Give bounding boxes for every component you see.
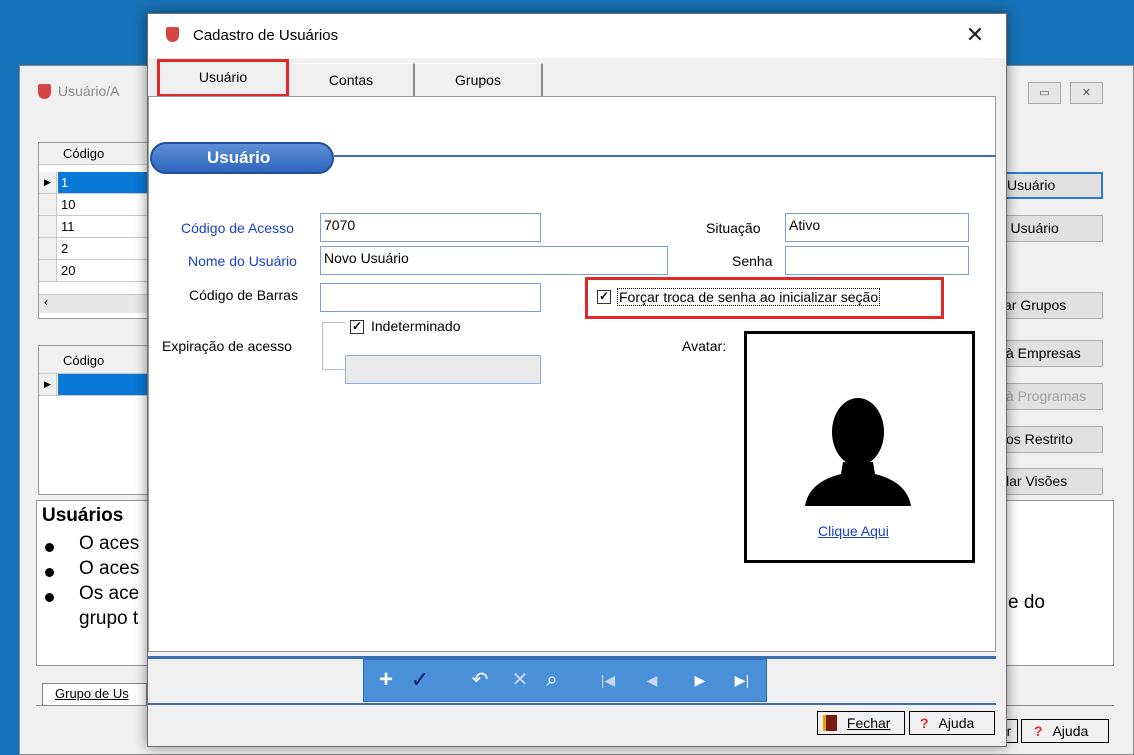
section-header-usuario: Usuário [150, 142, 334, 174]
indeterminado-checkbox[interactable]: ✓ [350, 320, 364, 334]
restore-window-button[interactable]: ▭ [1028, 82, 1061, 104]
delete-x-icon[interactable]: ✕ [506, 667, 534, 693]
previous-record-icon[interactable]: ◀ [638, 667, 666, 693]
table-row[interactable]: 11 [39, 216, 149, 238]
tab-contas[interactable]: Contas [289, 63, 415, 97]
grid-header-codigo: Código [63, 146, 105, 161]
undo-icon[interactable]: ↶ [466, 667, 494, 693]
exit-door-icon [823, 715, 837, 731]
help-question-icon: ? [920, 715, 929, 731]
row-pointer-icon: ▶ [39, 374, 57, 395]
table-row[interactable]: ▶ [39, 374, 149, 396]
table-row[interactable]: ▶ 1 [39, 172, 149, 194]
dialog-title: Cadastro de Usuários [193, 27, 339, 44]
first-record-icon[interactable]: |◀ [594, 667, 622, 693]
table-row[interactable]: 10 [39, 194, 149, 216]
expiracao-group-bracket [322, 322, 345, 370]
help-bullet: Os ace [79, 583, 140, 604]
search-icon[interactable]: ⌕ [538, 667, 566, 693]
help-bullet: O aces [79, 558, 140, 579]
help-title: Usuários [42, 505, 124, 526]
last-record-icon[interactable]: ▶| [728, 667, 756, 693]
codigo-barras-input[interactable] [320, 283, 541, 312]
scroll-left-icon[interactable]: ‹ [44, 295, 48, 309]
next-record-icon[interactable]: ▶ [686, 667, 714, 693]
app-shield-icon [38, 84, 51, 99]
ajuda-button[interactable]: ? Ajuda [909, 711, 995, 735]
nome-usuario-label: Nome do Usuário [188, 253, 297, 269]
expiracao-acesso-label: Expiração de acesso [162, 338, 292, 354]
tab-usuario[interactable]: Usuário [157, 59, 289, 97]
confirm-check-icon[interactable]: ✓ [406, 667, 434, 693]
tab-grupos[interactable]: Grupos [415, 63, 543, 97]
fechar-button[interactable]: Fechar [817, 711, 905, 735]
forcar-troca-checkbox[interactable]: ✓ [597, 290, 611, 304]
grid-header: Código [39, 346, 149, 374]
clique-aqui-link[interactable]: Clique Aqui [818, 523, 889, 539]
table-row[interactable]: 20 [39, 260, 149, 282]
senha-input[interactable] [785, 246, 969, 275]
codigo-acesso-label: Código de Acesso [181, 220, 294, 236]
avatar-label: Avatar: [682, 338, 727, 354]
app-shield-icon [166, 27, 179, 42]
codigo-acesso-input[interactable]: 7070 [320, 213, 541, 242]
codigo-barras-label: Código de Barras [189, 287, 298, 303]
toolbar-divider-bottom [148, 703, 996, 705]
tab-grupo-de-usuarios[interactable]: Grupo de Us [42, 683, 147, 705]
indeterminado-label: Indeterminado [371, 318, 461, 334]
add-icon[interactable]: + [372, 667, 400, 693]
table-row[interactable]: 2 [39, 238, 149, 260]
help-question-icon: ? [1034, 723, 1043, 739]
row-pointer-icon: ▶ [39, 172, 57, 193]
groups-grid[interactable]: Código ▶ [38, 345, 150, 495]
background-help-button[interactable]: ? Ajuda [1021, 719, 1109, 743]
bullet-icon [45, 543, 54, 552]
section-divider [334, 155, 996, 157]
avatar-silhouette-icon [805, 398, 911, 506]
forcar-troca-label[interactable]: Forçar troca de senha ao inicializar seç… [617, 288, 881, 306]
senha-label: Senha [732, 253, 773, 269]
help-bullet-continuation: grupo t [79, 608, 139, 629]
horizontal-scrollbar[interactable]: ‹ [39, 294, 149, 313]
bullet-icon [45, 593, 54, 602]
background-window-title: Usuário/A [58, 83, 120, 99]
help-text-tail: e do [1008, 592, 1045, 613]
close-window-button[interactable]: ✕ [1070, 82, 1103, 104]
bullet-icon [45, 568, 54, 577]
situacao-input[interactable]: Ativo [785, 213, 969, 242]
help-bullet: O aces [79, 533, 140, 554]
situacao-label: Situação [706, 220, 761, 236]
grid-header: Código [39, 143, 149, 165]
close-icon[interactable]: ✕ [960, 21, 990, 51]
nome-usuario-input[interactable]: Novo Usuário [320, 246, 668, 275]
users-grid[interactable]: Código ▶ 1 10 11 2 20 ‹ [38, 142, 150, 319]
expiracao-date-input[interactable] [345, 355, 541, 384]
